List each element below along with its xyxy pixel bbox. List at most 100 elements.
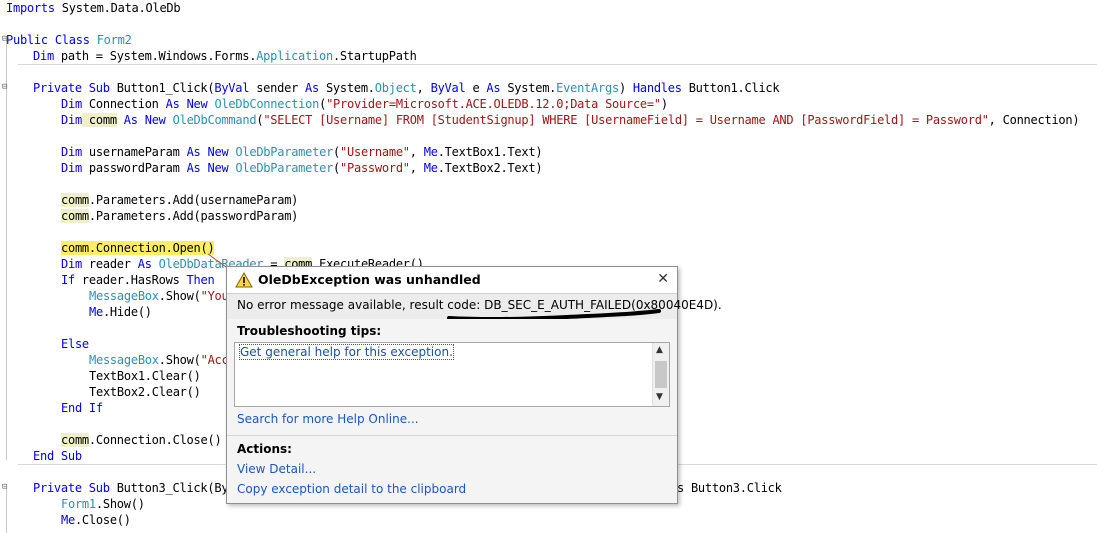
code-text: reader <box>81 257 138 271</box>
type-name: OleDbCommand <box>165 113 257 127</box>
code-text: TextBox1.Clear() <box>89 369 201 383</box>
code-text: System.Data.OleDb <box>54 1 181 15</box>
troubleshooting-list[interactable]: Get general help for this exception. ▲ ▼ <box>234 342 670 407</box>
exception-title: OleDbException was unhandled <box>258 272 481 287</box>
code-line-fragment[interactable]: s Button3.Click <box>677 480 782 496</box>
keyword: Private <box>33 481 82 495</box>
keyword: Dim <box>61 113 82 127</box>
outline-line <box>6 488 7 533</box>
code-text: e <box>465 81 487 95</box>
tips-scrollbar[interactable]: ▲ ▼ <box>652 343 669 406</box>
code-text: .Show( <box>158 353 201 367</box>
code-line[interactable]: If reader.HasRows Then <box>61 272 215 288</box>
type-name: Object <box>374 81 417 95</box>
keyword: Me <box>89 305 103 319</box>
keyword: Sub <box>81 481 110 495</box>
type-name: EventArgs <box>556 81 619 95</box>
code-line[interactable]: Else <box>61 336 89 352</box>
type-name: OleDbParameter <box>228 161 334 175</box>
highlighted-reference: comm <box>61 193 89 207</box>
type-name: OleDbConnection <box>207 97 320 111</box>
code-line[interactable]: MessageBox.Show("Acc <box>89 352 229 368</box>
keyword: Dim <box>61 145 82 159</box>
highlighted-reference: comm <box>81 113 117 127</box>
keyword: As <box>116 113 138 127</box>
code-line[interactable]: Imports System.Data.OleDb <box>6 0 181 16</box>
code-line[interactable]: Dim usernameParam As New OleDbParameter(… <box>61 144 543 160</box>
code-line[interactable]: End If <box>61 400 103 416</box>
string-literal: "Username" <box>340 145 410 159</box>
code-text: passwordParam <box>81 161 187 175</box>
code-text: , Connection) <box>988 113 1080 127</box>
close-icon[interactable]: ✕ <box>657 271 669 287</box>
collapse-icon[interactable]: ⊟ <box>2 483 11 492</box>
code-line[interactable]: Private Sub Button1_Click(ByVal sender A… <box>33 80 780 96</box>
code-text: TextBox2.Clear() <box>89 385 201 399</box>
string-literal: "Provider=Microsoft.ACE.OLEDB.12.0;Data … <box>326 97 661 111</box>
keyword: New <box>200 161 229 175</box>
code-text: System. <box>500 81 557 95</box>
code-line[interactable]: End Sub <box>33 448 82 464</box>
code-line[interactable]: Form1.Show() <box>61 496 145 512</box>
view-detail-link[interactable]: View Detail... <box>237 462 316 476</box>
code-line[interactable]: Public Class Form2 <box>6 32 132 48</box>
code-text: .Hide() <box>102 305 152 319</box>
code-line[interactable]: Dim Connection As New OleDbConnection("P… <box>61 96 668 112</box>
code-line-current-statement[interactable]: comm.Connection.Open() <box>61 240 215 256</box>
code-text: reader.HasRows <box>74 273 187 287</box>
code-text: s Button3.Click <box>677 481 782 495</box>
exception-helper-popup[interactable]: OleDbException was unhandled ✕ No error … <box>226 266 722 504</box>
keyword: Me <box>423 145 438 159</box>
code-line[interactable]: Me.Hide() <box>89 304 152 320</box>
code-line[interactable]: comm.Parameters.Add(usernameParam) <box>61 192 298 208</box>
code-text: , <box>416 81 431 95</box>
code-text: System. <box>318 81 375 95</box>
actions-header: Actions: <box>237 442 292 456</box>
section-divider <box>227 435 677 436</box>
scroll-down-icon[interactable]: ▼ <box>656 392 663 402</box>
type-name: OleDbParameter <box>228 145 334 159</box>
troubleshooting-header: Troubleshooting tips: <box>237 324 382 338</box>
code-text: .StartupPath <box>332 49 417 63</box>
general-help-link-text: Get general help for this exception. <box>239 344 454 360</box>
code-line[interactable]: MessageBox.Show("You <box>89 288 229 304</box>
keyword: Private <box>33 81 82 95</box>
code-line[interactable]: TextBox1.Clear() <box>89 368 201 384</box>
code-text: Connection <box>81 97 166 111</box>
code-text: .Show( <box>158 289 201 303</box>
code-text: .Connection.Close() <box>88 433 222 447</box>
type-name: Form2 <box>89 33 132 47</box>
scroll-up-icon[interactable]: ▲ <box>656 345 663 355</box>
highlighted-reference: comm <box>61 433 89 447</box>
keyword: End <box>61 401 82 415</box>
keyword: As <box>186 161 201 175</box>
general-help-link[interactable]: Get general help for this exception. <box>239 344 454 360</box>
code-text: Button3_Click(By <box>109 481 229 495</box>
code-line[interactable]: Dim passwordParam As New OleDbParameter(… <box>61 160 543 176</box>
copy-exception-link[interactable]: Copy exception detail to the clipboard <box>237 482 466 496</box>
code-text: .Parameters.Add(passwordParam) <box>88 209 299 223</box>
type-name: MessageBox <box>89 289 159 303</box>
keyword: As <box>486 81 501 95</box>
code-line[interactable]: Private Sub Button3_Click(By <box>33 480 229 496</box>
code-line[interactable]: comm.Connection.Close() <box>61 432 222 448</box>
scrollbar-thumb[interactable] <box>655 361 667 388</box>
keyword: Dim <box>61 257 82 271</box>
code-line[interactable]: Dim comm As New OleDbCommand("SELECT [Us… <box>61 112 1080 128</box>
keyword: Sub <box>81 81 110 95</box>
keyword: Dim <box>61 97 82 111</box>
collapse-icon[interactable]: ⊟ <box>2 83 11 92</box>
code-line[interactable]: Dim path = System.Windows.Forms.Applicat… <box>33 48 417 64</box>
highlighted-reference: comm <box>61 209 89 223</box>
code-line[interactable]: TextBox2.Clear() <box>89 384 201 400</box>
code-text: ( <box>333 145 341 159</box>
code-line[interactable]: Me.Close() <box>61 512 131 528</box>
search-help-online-link[interactable]: Search for more Help Online... <box>237 412 419 426</box>
type-name: Application <box>256 49 333 63</box>
code-text: , <box>409 145 424 159</box>
keyword: As <box>165 97 180 111</box>
string-literal: "You <box>200 289 229 303</box>
keyword: As <box>137 257 152 271</box>
code-line[interactable]: comm.Parameters.Add(passwordParam) <box>61 208 298 224</box>
code-text: ( <box>333 161 341 175</box>
